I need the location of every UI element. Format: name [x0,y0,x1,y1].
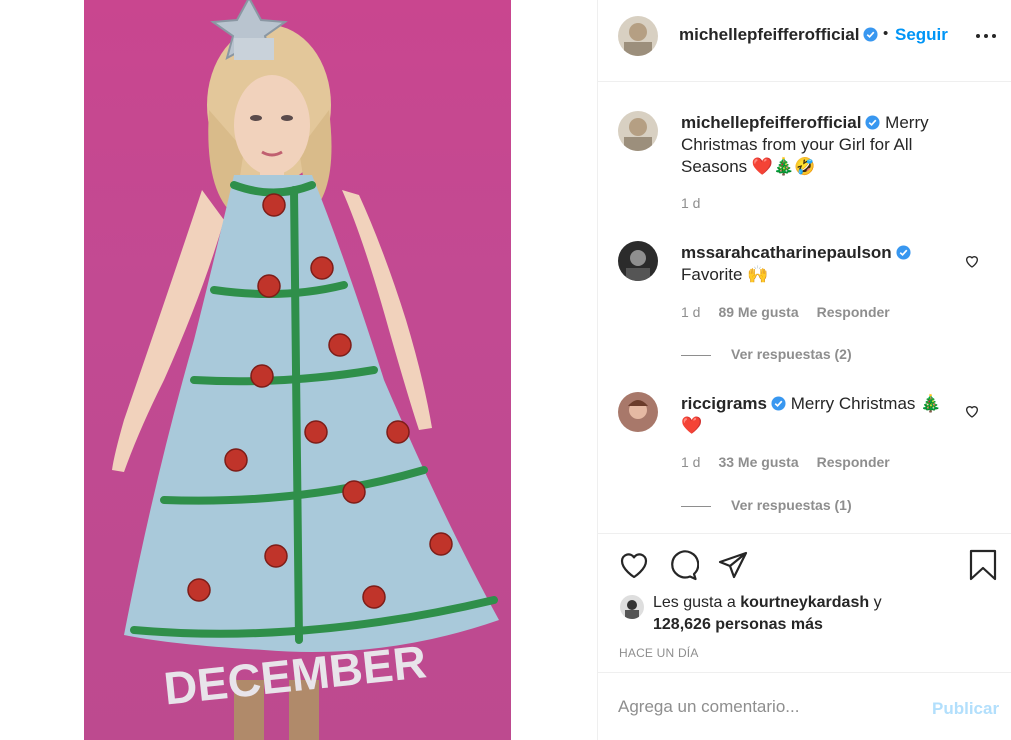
view-replies-button[interactable]: Ver respuestas (2) [681,346,852,362]
view-replies-label[interactable]: Ver respuestas (2) [731,346,852,362]
reply-button[interactable]: Responder [817,304,890,320]
more-options-icon[interactable] [974,28,998,44]
liker-username[interactable]: kourtneykardash [740,594,869,611]
post-media-area: DECEMBER [0,0,597,740]
replies-line [681,354,711,356]
likes-others[interactable]: 128,626 personas más [653,616,823,633]
caption-meta: 1 d [681,195,718,211]
follow-button[interactable]: Seguir [895,25,948,45]
comment-time[interactable]: 1 d [681,454,700,470]
post-actions: Les gusta a kourtneykardash y 128,626 pe… [598,533,1011,672]
caption-avatar[interactable] [618,111,658,151]
share-icon[interactable] [717,549,749,581]
comment-username[interactable]: mssarahcatharinepaulson [681,243,892,262]
view-replies-button[interactable]: Ver respuestas (1) [681,497,852,513]
comment-avatar[interactable] [618,392,658,432]
likes-conj: y [873,594,882,611]
author-username[interactable]: michellepfeifferofficial [679,25,878,45]
likes-prefix: Les gusta a [653,594,736,611]
liker-avatar[interactable] [620,595,644,619]
verified-badge-icon [771,396,786,411]
author-username-text[interactable]: michellepfeifferofficial [679,25,859,44]
verified-badge-icon [896,245,911,260]
caption-time[interactable]: 1 d [681,195,700,211]
add-comment-bar: Publicar [598,672,1011,740]
comment-icon[interactable] [667,549,699,581]
caption-username[interactable]: michellepfeifferofficial [681,113,861,132]
comment-2-meta: 1 d 33 Me gusta Responder [681,454,908,470]
likes-summary: Les gusta a kourtneykardash y 128,626 pe… [653,592,882,636]
replies-line [681,505,711,507]
comment-like-heart-icon[interactable] [964,403,980,419]
comment-likes-count[interactable]: 89 Me gusta [718,304,798,320]
reply-button[interactable]: Responder [817,454,890,470]
instagram-post-modal: DECEMBER michellepfeifferofficial • Segu… [0,0,1011,740]
publish-button[interactable]: Publicar [932,699,999,719]
comment-like-heart-icon[interactable] [964,253,980,269]
post-details-panel: michellepfeifferofficial • Seguir michel… [598,0,1011,740]
header-separator: • [883,25,889,42]
comments-section: michellepfeifferofficial Merry Christmas… [598,82,1011,532]
bookmark-icon[interactable] [967,549,999,581]
comment-text: Favorite 🙌 [681,265,769,284]
comment-2: riccigrams Merry Christmas 🎄❤️ [681,393,956,437]
post-photo[interactable]: DECEMBER [84,0,511,740]
caption: michellepfeifferofficial Merry Christmas… [681,112,936,178]
view-replies-label[interactable]: Ver respuestas (1) [731,497,852,513]
verified-badge-icon [863,27,878,42]
post-time-ago[interactable]: HACE UN DÍA [619,646,699,660]
heart-icon[interactable] [618,549,650,581]
comment-username[interactable]: riccigrams [681,394,767,413]
comment-input[interactable] [618,695,918,719]
comment-time[interactable]: 1 d [681,304,700,320]
comment-1-meta: 1 d 89 Me gusta Responder [681,304,908,320]
comment-likes-count[interactable]: 33 Me gusta [718,454,798,470]
christmas-tree-dress-illustration: DECEMBER [112,0,499,740]
author-avatar[interactable] [618,16,658,56]
comment-avatar[interactable] [618,241,658,281]
verified-badge-icon [865,115,880,130]
comment-1: mssarahcatharinepaulson Favorite 🙌 [681,242,941,286]
post-header: michellepfeifferofficial • Seguir [598,0,1011,82]
